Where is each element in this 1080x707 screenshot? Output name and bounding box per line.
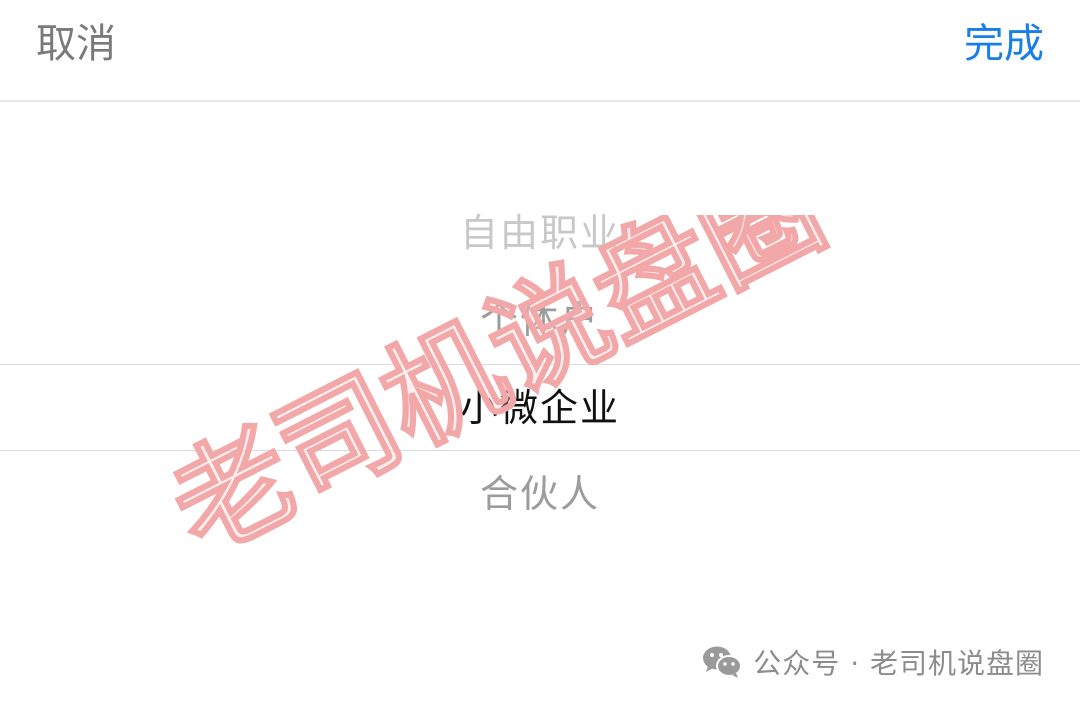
done-button[interactable]: 完成 xyxy=(964,16,1044,72)
selection-line-top xyxy=(0,364,1080,365)
type-picker-wheel[interactable]: 自由职业 个体户 小微企业 合伙人 xyxy=(0,102,1080,707)
picker-option-partner[interactable]: 合伙人 xyxy=(0,469,1080,519)
picker-option-individual-business[interactable]: 个体户 xyxy=(0,295,1080,345)
attribution-text: 公众号 · 老司机说盘圈 xyxy=(753,647,1044,680)
picker-option-freelance[interactable]: 自由职业 xyxy=(0,208,1080,258)
selection-line-bottom xyxy=(0,450,1080,451)
picker-toolbar: 取消 完成 xyxy=(0,0,1080,102)
attribution: 公众号 · 老司机说盘圈 xyxy=(701,640,1044,684)
picker-option-small-micro-enterprise[interactable]: 小微企业 xyxy=(0,383,1080,433)
cancel-button[interactable]: 取消 xyxy=(36,16,116,72)
wechat-icon xyxy=(703,646,743,678)
